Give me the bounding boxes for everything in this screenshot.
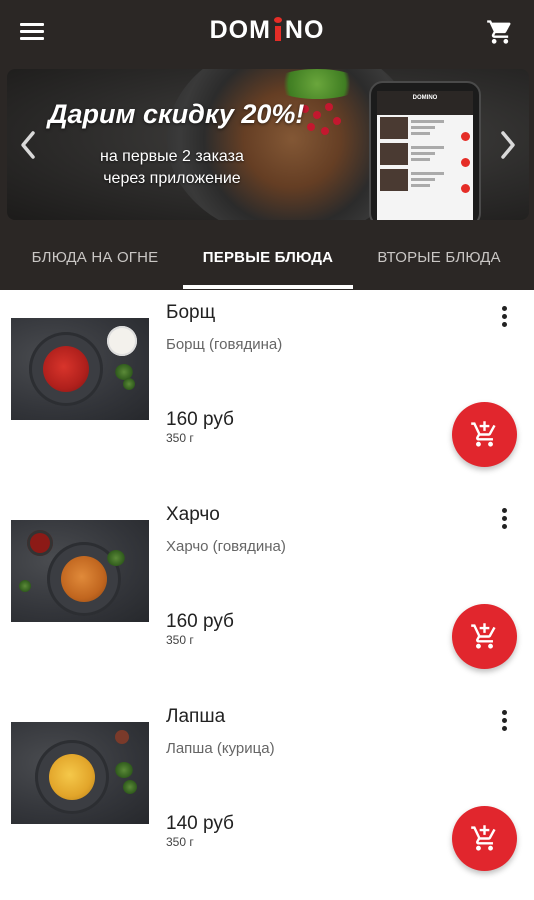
brand-logo: DOM NO (0, 16, 534, 45)
more-options-button[interactable] (494, 506, 514, 532)
product-description: Харчо (говядина) (166, 538, 286, 555)
brand-logo-i-mark (273, 17, 283, 41)
tab-second-courses[interactable]: ВТОРЫЕ БЛЮДА (364, 230, 514, 290)
more-options-button[interactable] (494, 304, 514, 330)
chevron-left-icon (21, 131, 35, 159)
add-to-cart-button[interactable] (452, 604, 517, 669)
brand-logo-left: DOM (209, 16, 271, 44)
product-title: Борщ (166, 302, 216, 323)
product-image[interactable] (11, 318, 149, 420)
banner-headline: Дарим скидку 20%! (48, 99, 305, 129)
product-title: Харчо (166, 504, 220, 525)
add-to-cart-button[interactable] (452, 402, 517, 467)
banner-subtext-line1: на первые 2 заказа (100, 148, 244, 165)
banner-subtext-line2: через приложение (103, 170, 241, 187)
product-weight: 350 г (166, 431, 194, 445)
banner-phone-mockup: DOMINO (369, 81, 481, 220)
list-item: Лапша Лапша (курица) 140 руб 350 г (0, 694, 534, 896)
more-options-button[interactable] (494, 708, 514, 734)
app-header: DOM NO Дарим скидку 20%! на первые 2 зака… (0, 0, 534, 290)
cart-button[interactable] (486, 18, 516, 46)
cart-icon (487, 20, 511, 44)
active-tab-indicator (183, 285, 353, 289)
product-description: Борщ (говядина) (166, 336, 283, 353)
more-vert-icon (494, 710, 514, 731)
product-title: Лапша (166, 706, 226, 727)
product-image[interactable] (11, 520, 149, 622)
add-to-cart-button[interactable] (452, 806, 517, 871)
list-item: Борщ Борщ (говядина) 160 руб 350 г (0, 290, 534, 492)
product-weight: 350 г (166, 835, 194, 849)
promo-banner[interactable]: Дарим скидку 20%! на первые 2 заказа чер… (7, 69, 529, 220)
tab-first-courses[interactable]: ПЕРВЫЕ БЛЮДА (183, 230, 353, 290)
product-price: 160 руб (166, 611, 234, 632)
category-tabs: БЛЮДА НА ОГНЕ ПЕРВЫЕ БЛЮДА ВТОРЫЕ БЛЮДА (0, 230, 534, 290)
banner-next-button[interactable] (495, 127, 521, 163)
product-price: 140 руб (166, 813, 234, 834)
more-vert-icon (494, 508, 514, 529)
product-price: 160 руб (166, 409, 234, 430)
product-description: Лапша (курица) (166, 740, 275, 757)
chevron-right-icon (501, 131, 515, 159)
banner-subtext: на первые 2 заказа через приложение (100, 146, 244, 190)
add-shopping-cart-icon (471, 825, 496, 851)
list-item: Харчо Харчо (говядина) 160 руб 350 г (0, 492, 534, 694)
top-app-bar: DOM NO (0, 0, 534, 64)
more-vert-icon (494, 306, 514, 327)
add-shopping-cart-icon (471, 623, 496, 649)
banner-prev-button[interactable] (15, 127, 41, 163)
product-image[interactable] (11, 722, 149, 824)
brand-logo-right: NO (284, 16, 325, 44)
phone-mockup-brand: DOMINO (377, 91, 473, 105)
product-weight: 350 г (166, 633, 194, 647)
add-shopping-cart-icon (471, 421, 496, 447)
tab-dishes-on-fire[interactable]: БЛЮДА НА ОГНЕ (14, 230, 176, 290)
